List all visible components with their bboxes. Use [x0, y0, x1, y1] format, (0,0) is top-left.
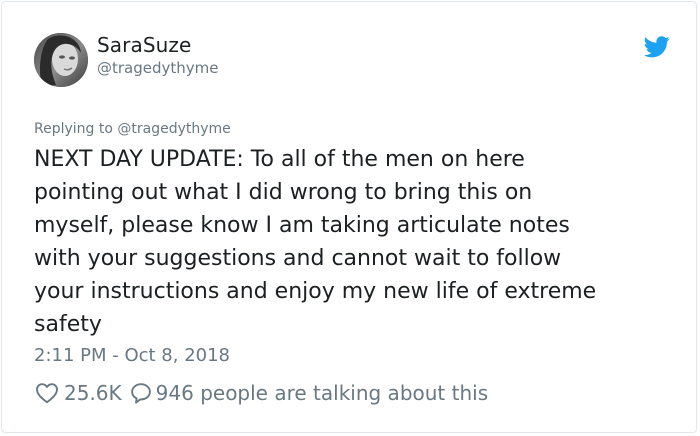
author-name[interactable]: SaraSuze — [97, 33, 191, 57]
avatar[interactable] — [34, 33, 88, 87]
like-count: 25.6K — [64, 381, 122, 405]
reply-button[interactable]: 946 people are talking about this — [122, 381, 488, 405]
author-handle[interactable]: @tragedythyme — [97, 59, 219, 77]
tweet-card: SaraSuze @tragedythyme Replying to @trag… — [1, 1, 697, 433]
tweet-timestamp[interactable]: 2:11 PM - Oct 8, 2018 — [34, 345, 230, 366]
speech-bubble-icon — [130, 383, 151, 404]
tweet-actions: 25.6K 946 people are talking about this — [35, 381, 488, 405]
reply-context[interactable]: Replying to @tragedythyme — [34, 121, 231, 137]
heart-icon — [36, 383, 58, 404]
tweet-text: NEXT DAY UPDATE: To all of the men on he… — [34, 147, 597, 337]
like-button[interactable]: 25.6K — [35, 381, 122, 405]
twitter-bird-icon[interactable] — [644, 36, 670, 58]
avatar-photo — [34, 33, 88, 87]
talking-count: 946 people are talking about this — [155, 381, 489, 405]
